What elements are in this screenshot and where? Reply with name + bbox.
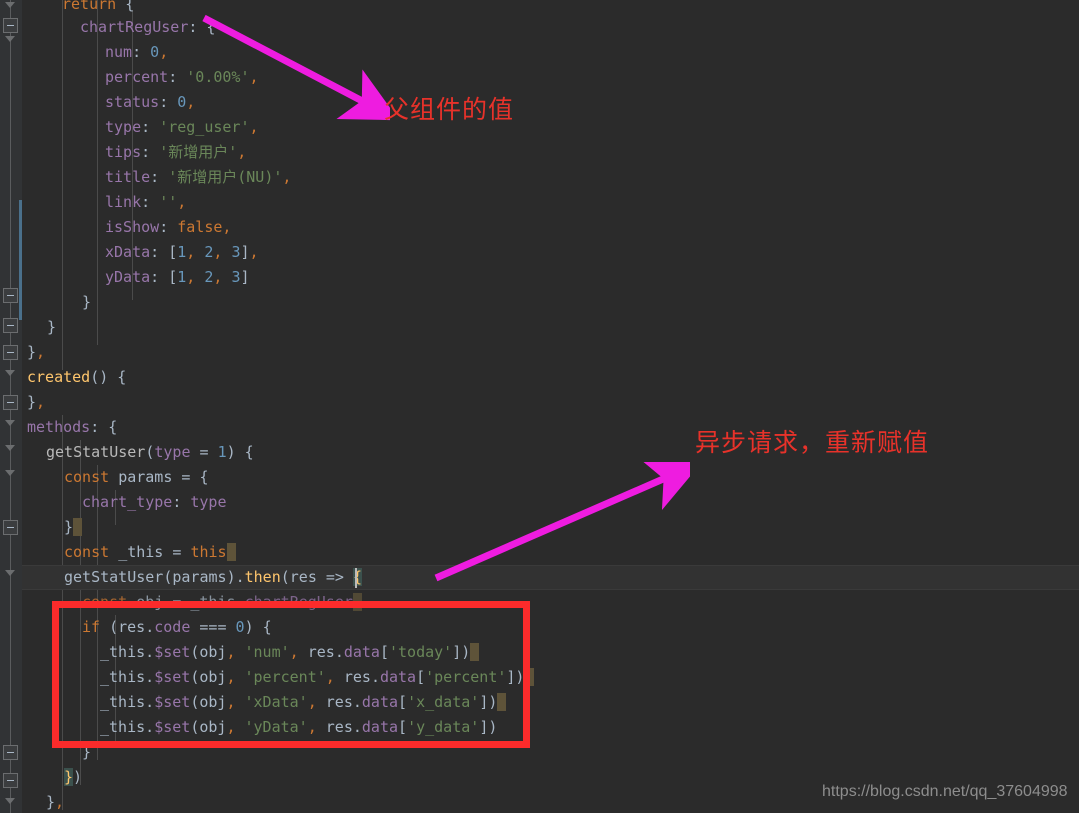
fold-expand-icon[interactable] <box>5 2 15 8</box>
code-line[interactable]: getStatUser(type = 1) { <box>46 440 254 465</box>
fold-collapse-icon[interactable] <box>3 288 18 303</box>
reassignment-highlight-box <box>52 601 530 748</box>
code-line[interactable]: }, <box>27 390 45 415</box>
editor-gutter[interactable] <box>0 0 22 813</box>
code-line[interactable]: const params = { <box>64 465 209 490</box>
fold-collapse-icon[interactable] <box>3 520 18 535</box>
code-line[interactable]: tips: '新增用户', <box>105 140 246 165</box>
code-line[interactable]: num: 0, <box>105 40 168 65</box>
fold-collapse-icon[interactable] <box>3 745 18 760</box>
annotation-note-1: 父组件的值 <box>384 95 515 124</box>
code-line[interactable]: methods: { <box>27 415 117 440</box>
code-line[interactable]: link: '', <box>105 190 186 215</box>
fold-collapse-icon[interactable] <box>3 773 18 788</box>
code-line[interactable]: }, <box>27 340 45 365</box>
code-line[interactable]: created() { <box>27 365 126 390</box>
fold-expand-icon[interactable] <box>5 370 15 376</box>
code-line[interactable]: }, <box>46 790 64 813</box>
code-line[interactable]: xData: [1, 2, 3], <box>105 240 259 265</box>
code-line[interactable]: chartRegUser: { <box>80 15 215 40</box>
code-line-current[interactable]: getStatUser(params).then(res => { <box>64 565 363 590</box>
watermark-url: https://blog.csdn.net/qq_37604998 <box>822 783 1068 800</box>
code-line[interactable]: }) <box>64 765 82 790</box>
code-line[interactable]: title: '新增用户(NU)', <box>105 165 291 190</box>
code-line[interactable]: type: 'reg_user', <box>105 115 259 140</box>
code-line[interactable]: yData: [1, 2, 3] <box>105 265 250 290</box>
fold-expand-icon[interactable] <box>5 420 15 426</box>
text-caret <box>355 568 357 588</box>
code-line[interactable]: isShow: false, <box>105 215 231 240</box>
code-line[interactable]: } <box>64 515 83 540</box>
code-line[interactable]: status: 0, <box>105 90 195 115</box>
fold-collapse-icon[interactable] <box>3 395 18 410</box>
indent-guide <box>62 0 63 370</box>
code-line[interactable]: chart_type: type <box>82 490 227 515</box>
code-line[interactable]: } <box>82 290 91 315</box>
fold-expand-icon[interactable] <box>5 445 15 451</box>
annotation-note-2: 异步请求，重新赋值 <box>695 428 930 457</box>
fold-collapse-icon[interactable] <box>3 345 18 360</box>
code-line[interactable]: const _this = this <box>64 540 236 565</box>
fold-collapse-icon[interactable] <box>3 18 18 33</box>
fold-expand-icon[interactable] <box>5 570 15 576</box>
code-line[interactable]: } <box>47 315 56 340</box>
fold-collapse-icon[interactable] <box>3 318 18 333</box>
code-line[interactable]: percent: '0.00%', <box>105 65 259 90</box>
fold-expand-icon[interactable] <box>5 470 15 476</box>
fold-expand-icon[interactable] <box>5 798 15 804</box>
fold-expand-icon[interactable] <box>5 36 15 42</box>
code-editor-screenshot: return { chartRegUser: { num: 0, percent… <box>0 0 1079 813</box>
indent-guide <box>97 0 98 345</box>
